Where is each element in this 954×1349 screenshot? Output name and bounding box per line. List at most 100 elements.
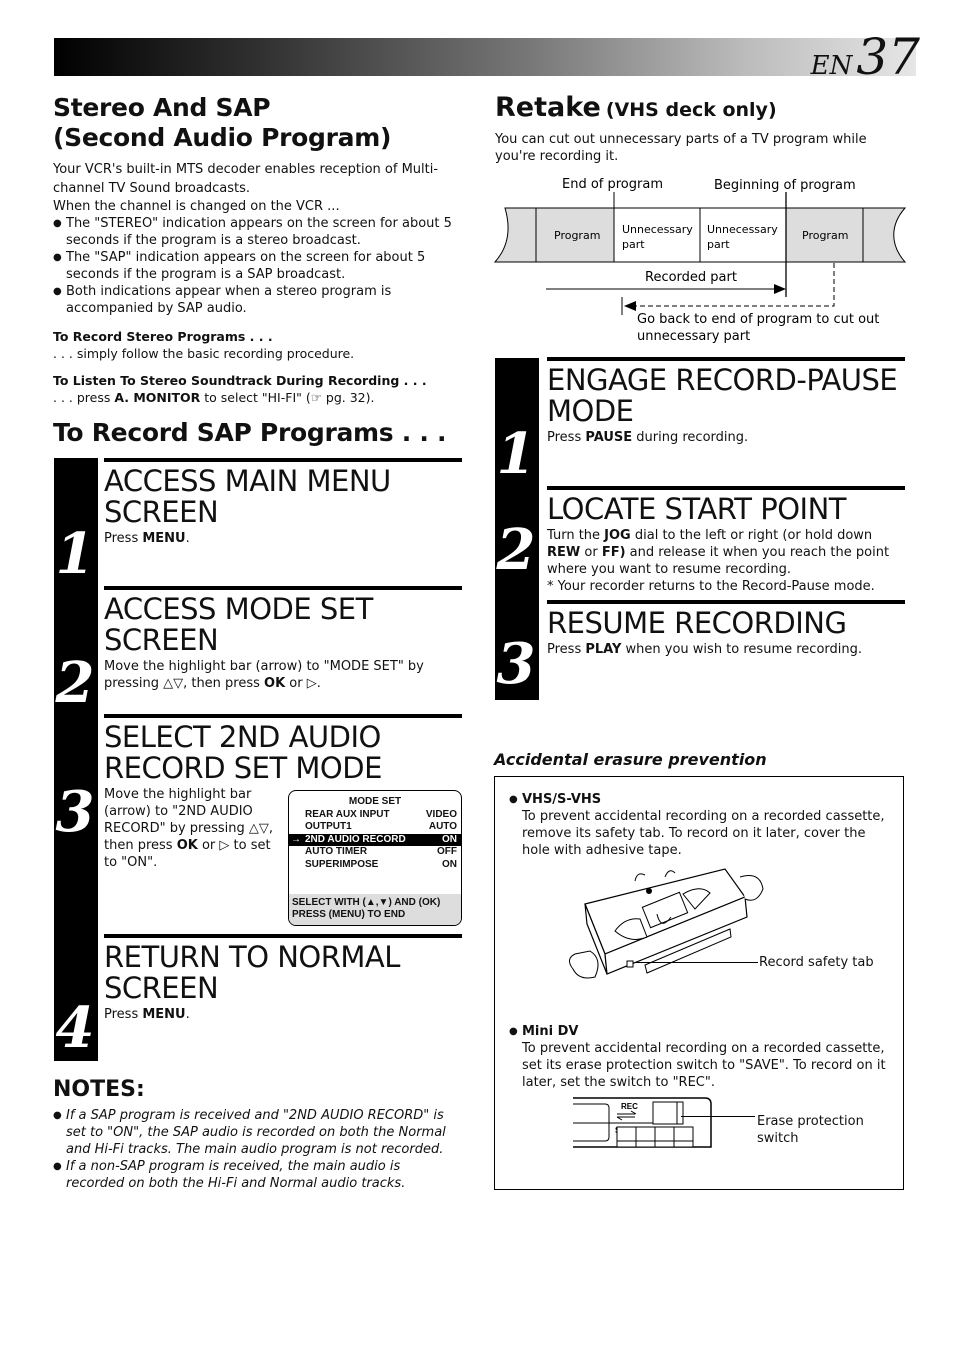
segment-label: Program [802,229,848,242]
button-name: MENU [142,531,186,546]
step-description: Press PAUSE during recording. [547,429,905,446]
step-title: ENGAGE RECORD-PAUSE MODE [547,365,905,427]
list-item: The "SAP" indication appears on the scre… [53,249,453,283]
menu-row: REAR AUX INPUT VIDEO [289,809,461,822]
retake-title: Retake [495,92,601,123]
recorded-part-label: Recorded part [645,270,737,285]
retake-heading: Retake (VHS deck only) [495,92,777,123]
text: dial to the left or right (or hold down [630,528,873,543]
record-sap-heading: To Record SAP Programs . . . [53,418,447,447]
end-of-program-label: End of program [562,177,663,192]
footer-line: PRESS (MENU) TO END [292,909,406,920]
step-number: 2 [496,517,536,583]
title-line: ENGAGE RECORD-PAUSE [547,363,898,397]
text: Press [547,430,586,445]
menu-row-value: ON [442,858,457,870]
arrowhead-left-icon [624,301,636,311]
menu-row-label: SUPERIMPOSE [305,858,379,870]
step-description: Press PLAY when you wish to resume recor… [547,641,905,658]
button-name: PAUSE [585,430,633,445]
language-code: EN [810,51,853,81]
title-line: RETURN TO NORMAL [104,940,400,974]
header-gradient-bar [54,38,916,76]
vhs-heading: VHS/S-VHS [509,791,889,808]
text: Turn the [547,528,605,543]
notes-heading: NOTES: [53,1077,145,1102]
menu-row-value: VIDEO [425,808,457,820]
title-line: SCREEN [104,495,219,529]
menu-row-value: ON [442,833,457,845]
step-title: LOCATE START POINT [547,492,847,526]
callout-line-text: Erase protection [757,1114,864,1129]
step-number-column: 1 2 3 [495,358,539,700]
record-stereo-text: . . . simply follow the basic recording … [53,346,355,361]
desc-line: where you want to resume recording. [547,562,791,577]
safety-tab [626,960,634,968]
minidv-text: To prevent accidental recording on a rec… [522,1041,886,1090]
list-item: If a SAP program is received and "2ND AU… [53,1107,458,1158]
vhs-cassette-illustration [569,868,764,979]
step-number: 3 [55,779,95,845]
segment-label: Unnecessary [707,223,778,236]
mode-set-menu-screen: MODE SET REAR AUX INPUT VIDEO OUTPUT1 AUTO… [288,790,462,926]
step-description: Move the highlight bar (arrow) to "2ND A… [104,786,282,871]
button-name: OK [176,838,198,853]
step-description: Press MENU. [104,530,462,547]
retake-intro: You can cut out unnecessary parts of a T… [495,132,867,164]
title-line: MODE [547,394,634,428]
step-number-column: 1 2 3 4 [54,458,98,1061]
menu-row-value: OFF [437,846,457,857]
title-line: RECORD SET MODE [104,751,382,785]
button-name: REW [547,545,581,560]
vhs-text: To prevent accidental recording on a rec… [522,809,885,858]
menu-row-selected: → 2ND AUDIO RECORD ON [289,833,461,846]
step-title: SELECT 2ND AUDIO RECORD SET MODE [104,722,462,784]
list-item: If a non-SAP program is received, the ma… [53,1158,458,1192]
title-line: SCREEN [104,971,219,1005]
intro-line: Your VCR's built-in MTS decoder enables … [53,162,439,177]
text: and release it when you reach the point [625,545,890,560]
callout-line [681,1116,755,1117]
erasure-info-box: VHS/S-VHS To prevent accidental recordin… [494,776,904,1190]
heading-line-1: Stereo And SAP [53,93,271,122]
menu-row-label: REAR AUX INPUT [305,808,390,820]
rec-label: REC [621,1102,638,1111]
step-description: Move the highlight bar (arrow) to "MODE … [104,658,434,692]
step-number: 3 [496,631,536,697]
step-description: Press MENU. [104,1006,462,1023]
menu-row-label: AUTO TIMER [305,846,368,857]
sap-step-1: ACCESS MAIN MENU SCREEN Press MENU. [104,458,462,547]
segment-label: part [622,238,645,251]
record-safety-tab-label: Record safety tab [759,955,874,970]
button-name: OK [264,676,286,691]
listen-stereo-text: . . . press A. MONITOR to select "HI-FI"… [53,389,473,406]
sap-step-4: RETURN TO NORMAL SCREEN Press MENU. [104,934,462,1023]
step-title: ACCESS MODE SET SCREEN [104,594,462,656]
heading-line-2: (Second Audio Program) [53,123,392,152]
text: Press [104,1007,143,1022]
step-description: Turn the JOG dial to the left or right (… [547,527,905,595]
text: to select "HI-FI" (☞ pg. 32). [200,390,375,405]
erase-switch-label: Erase protection switch [757,1113,864,1147]
title-line: ACCESS MODE SET [104,592,373,626]
button-name: A. MONITOR [114,390,201,405]
retake-step-1: ENGAGE RECORD-PAUSE MODE Press PAUSE duri… [547,357,905,446]
menu-row: OUTPUT1 AUTO [289,821,461,834]
minidv-switch-illustration: REC SAVE [573,1097,712,1148]
title-line: SELECT 2ND AUDIO [104,720,381,754]
menu-row: SUPERIMPOSE ON [289,859,461,872]
beginning-of-program-label: Beginning of program [714,178,856,193]
menu-title: MODE SET [348,796,402,807]
text: when you wish to resume recording. [621,642,862,657]
minidv-section: Mini DV To prevent accidental recording … [509,1023,889,1091]
step-number: 1 [55,521,95,587]
text: Press [547,642,586,657]
callout-line [636,962,758,963]
text: or [580,545,602,560]
notes-list: If a SAP program is received and "2ND AU… [53,1107,458,1192]
text: . [185,531,190,546]
page-number: EN37 [811,28,920,86]
stereo-record-section: To Record Stereo Programs . . . . . . si… [53,328,473,406]
stereo-sap-heading: Stereo And SAP (Second Audio Program) [53,93,473,153]
goback-label: Go back to end of program to cut out [637,312,879,327]
